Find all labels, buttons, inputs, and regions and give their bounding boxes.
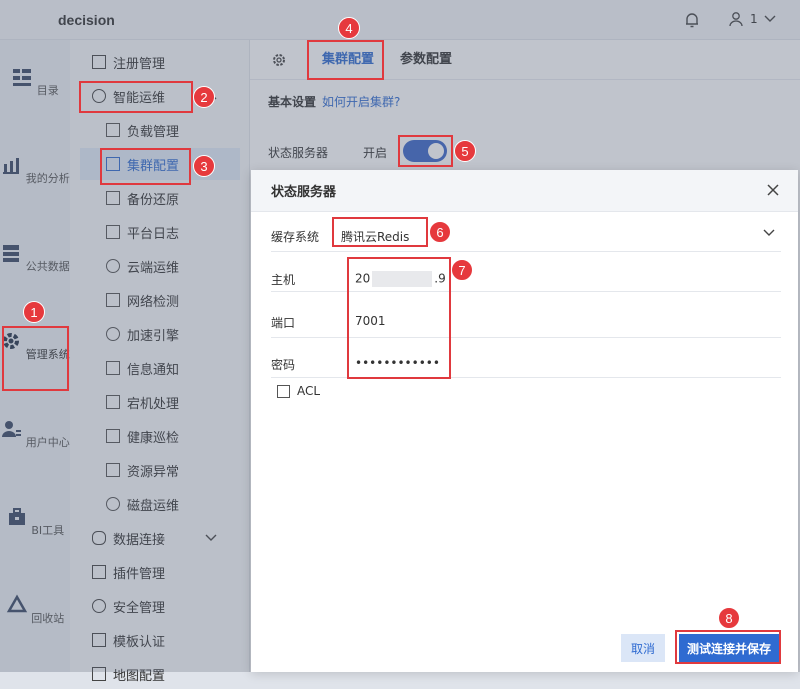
nav-catalog[interactable]: 目录: [0, 58, 70, 128]
top-bar: decision 1: [0, 0, 800, 40]
submenu-load[interactable]: 负载管理: [106, 115, 179, 145]
submenu-cloud-ops[interactable]: 云端运维: [106, 251, 179, 281]
basic-settings: 基本设置 如何开启集群?: [268, 95, 401, 109]
toggle-knob: [428, 143, 444, 159]
password-input[interactable]: ••••••••••••: [355, 356, 440, 370]
nav-bi-tools[interactable]: BI工具: [0, 498, 70, 568]
annotation-badge-1: 1: [23, 301, 45, 323]
acl-checkbox[interactable]: [277, 384, 290, 398]
network-icon: [106, 293, 120, 307]
smart-ops-icon: [92, 89, 106, 103]
template-icon: [92, 633, 106, 647]
submenu-map[interactable]: 地图配置: [92, 659, 165, 689]
redacted-block: [372, 271, 433, 287]
port-row: 端口 7001: [271, 304, 781, 338]
health-icon: [106, 429, 120, 443]
plugin-icon: [92, 565, 106, 579]
cache-select[interactable]: 腾讯云Redis: [341, 228, 409, 245]
dialog-title: 状态服务器: [271, 185, 337, 200]
submenu-security[interactable]: 安全管理: [92, 591, 165, 621]
nav-management-system[interactable]: 管理系统: [0, 322, 70, 392]
server-label: 状态服务器: [268, 146, 329, 160]
annotation-badge-5: 5: [454, 140, 476, 162]
host-input[interactable]: 20.9: [355, 271, 446, 287]
accelerate-icon: [106, 327, 120, 341]
link-icon: [92, 531, 106, 545]
nav-my-analysis[interactable]: 我的分析: [0, 146, 70, 216]
catalog-icon: [13, 69, 32, 86]
submenu-plugin[interactable]: 插件管理: [92, 557, 165, 587]
cache-row[interactable]: 缓存系统 腾讯云Redis: [271, 218, 781, 252]
app-title: decision: [58, 11, 115, 28]
toolbox-icon: [8, 508, 25, 525]
submenu-network[interactable]: 网络检测: [106, 285, 179, 315]
register-icon: [92, 55, 106, 69]
annotation-badge-3: 3: [193, 155, 215, 177]
annotation-badge-4: 4: [338, 17, 360, 39]
submenu-resource[interactable]: 资源异常: [106, 455, 179, 485]
port-input[interactable]: 7001: [355, 314, 386, 328]
load-icon: [106, 123, 120, 137]
dialog-header: 状态服务器: [251, 170, 798, 212]
tab-param-config[interactable]: 参数配置: [400, 40, 452, 80]
chevron-down-icon: [205, 534, 217, 541]
shield-icon: [92, 599, 106, 613]
submenu-register[interactable]: 注册管理: [92, 47, 165, 77]
nav-user-center[interactable]: 用户中心: [0, 410, 70, 480]
host-row: 主机 20.9: [271, 261, 781, 292]
user-menu[interactable]: 1: [728, 11, 776, 27]
server-toggle[interactable]: [403, 140, 447, 162]
submenu-downtime[interactable]: 宕机处理: [106, 387, 179, 417]
chevron-down-icon: [764, 15, 776, 22]
status-server-dialog: 状态服务器 缓存系统 腾讯云Redis 主机 20.9 端口 7001 密码 •…: [251, 170, 798, 672]
close-icon[interactable]: [766, 183, 780, 197]
user-icon: [729, 12, 743, 27]
recycle-icon: [6, 594, 27, 613]
system-gear-icon: [3, 333, 20, 349]
submenu-cluster-config[interactable]: 集群配置: [80, 148, 240, 180]
annotation-badge-6: 6: [429, 221, 451, 243]
log-icon: [106, 225, 120, 239]
submenu-disk[interactable]: 磁盘运维: [106, 489, 179, 519]
submenu-template[interactable]: 模板认证: [92, 625, 165, 655]
nav-recycle-bin[interactable]: 回收站: [0, 586, 70, 656]
sub-menu: 注册管理 智能运维 负载管理 集群配置 备份还原 平台日志 云端运维 网络检测 …: [70, 40, 250, 684]
submenu-notify[interactable]: 信息通知: [106, 353, 179, 383]
server-state: 开启: [363, 146, 388, 160]
downtime-icon: [106, 395, 120, 409]
cloud-icon: [106, 259, 120, 273]
nav-public-data[interactable]: 公共数据: [0, 234, 70, 304]
annotation-badge-2: 2: [193, 86, 215, 108]
user-label: 1: [750, 12, 758, 26]
analysis-icon: [3, 158, 20, 174]
message-icon: [106, 361, 120, 375]
bell-icon[interactable]: [683, 11, 701, 29]
disk-icon: [106, 497, 120, 511]
cancel-button[interactable]: 取消: [621, 634, 665, 662]
tab-cluster-config[interactable]: 集群配置: [322, 40, 375, 80]
acl-option[interactable]: ACL: [277, 384, 320, 398]
gear-icon[interactable]: [271, 52, 287, 68]
backup-icon: [106, 191, 120, 205]
howto-link[interactable]: 如何开启集群?: [322, 95, 400, 109]
password-row: 密码 ••••••••••••: [271, 346, 781, 378]
map-icon: [92, 667, 106, 681]
left-nav: 目录 我的分析 公共数据 管理系统 用户中心 BI工具 回收站: [0, 40, 70, 672]
chevron-down-icon[interactable]: [763, 229, 775, 237]
cluster-icon: [106, 157, 120, 171]
tab-bar: 集群配置 参数配置: [250, 40, 800, 80]
submenu-health[interactable]: 健康巡检: [106, 421, 179, 451]
database-icon: [3, 245, 20, 262]
user-center-icon: [2, 421, 22, 437]
submenu-data-connection[interactable]: 数据连接: [92, 523, 217, 553]
submenu-backup[interactable]: 备份还原: [106, 183, 179, 213]
submenu-accelerate[interactable]: 加速引擎: [106, 319, 179, 349]
resource-icon: [106, 463, 120, 477]
annotation-badge-7: 7: [451, 259, 473, 281]
test-save-button[interactable]: 测试连接并保存: [679, 634, 779, 662]
annotation-badge-8: 8: [718, 607, 740, 629]
submenu-logs[interactable]: 平台日志: [106, 217, 179, 247]
